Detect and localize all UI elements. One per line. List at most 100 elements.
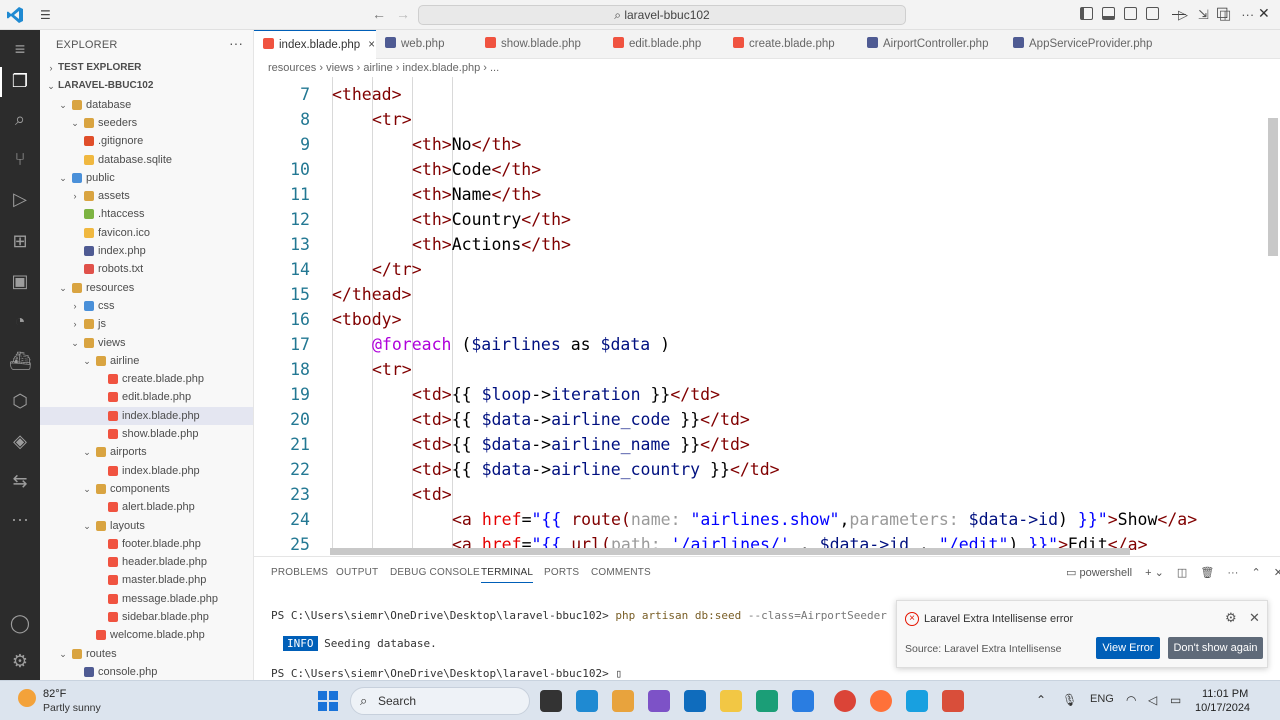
tree-item[interactable]: ⌄ LARAVEL-BBUC102 xyxy=(40,77,253,95)
panel-tab[interactable]: PORTS xyxy=(544,567,579,578)
tree-item[interactable]: edit.blade.php xyxy=(40,388,253,406)
taskbar-search-box[interactable]: ⌕ Search xyxy=(350,687,530,715)
tree-item[interactable]: › TEST EXPLORER xyxy=(40,59,253,77)
timeline-icon[interactable]: ◔ xyxy=(9,310,31,332)
code-line[interactable]: 18 <tr> xyxy=(254,357,1280,382)
chevron-down-icon[interactable]: ⌄ xyxy=(82,352,92,370)
code-line[interactable]: 11 <th>Name</th> xyxy=(254,182,1280,207)
tree-item[interactable]: ⌄ routes xyxy=(40,645,253,663)
editor-tab[interactable]: AppServiceProvider.php xyxy=(1004,30,1174,59)
dont-show-again-button[interactable]: Don't show again xyxy=(1168,637,1263,659)
chevron-right-icon[interactable]: › xyxy=(70,187,80,205)
more-views-icon[interactable]: ··· xyxy=(9,508,31,530)
code-editor[interactable]: 7 <thead> 8 <tr> 9 <th>No</th> 10 <th>Code</th>… xyxy=(254,77,1280,553)
python-icon[interactable]: ◈ xyxy=(9,430,31,452)
code-line[interactable]: 17 @foreach ($airlines as $data ) xyxy=(254,332,1280,357)
open-preview-icon[interactable]: ⇲ xyxy=(1198,7,1209,22)
tree-item[interactable]: ⌄ components xyxy=(40,480,253,498)
tree-item[interactable]: alert.blade.php xyxy=(40,498,253,516)
run-debug-icon[interactable]: ▷ xyxy=(9,188,31,210)
source-control-icon[interactable]: ⑂ xyxy=(9,148,31,170)
copilot-taskbar-icon[interactable] xyxy=(612,690,634,712)
live-share-icon[interactable]: ⇆ xyxy=(9,470,31,492)
microphone-icon[interactable]: 🎙 xyxy=(1062,693,1077,707)
menu-icon[interactable]: ☰ xyxy=(40,8,51,22)
extensions-icon[interactable]: ⊞ xyxy=(9,230,31,252)
chevron-right-icon[interactable]: › xyxy=(70,297,80,315)
kill-terminal-icon[interactable]: 🗑 xyxy=(1200,567,1214,579)
tree-item[interactable]: ⌄ views xyxy=(40,334,253,352)
code-line[interactable]: 20 <td>{{ $data->airline_code }}</td> xyxy=(254,407,1280,432)
back-arrow-icon[interactable]: ← xyxy=(372,6,386,22)
file-explorer-taskbar-icon[interactable] xyxy=(720,690,742,712)
input-language[interactable]: ENG xyxy=(1090,693,1114,705)
panel-tab[interactable]: OUTPUT xyxy=(336,567,378,578)
new-terminal-icon[interactable]: + ⌄ xyxy=(1145,567,1164,579)
outlook-taskbar-icon[interactable] xyxy=(684,690,706,712)
panel-tab[interactable]: TERMINAL xyxy=(481,567,534,583)
chevron-right-icon[interactable]: › xyxy=(70,315,80,333)
view-error-button[interactable]: View Error xyxy=(1096,637,1160,659)
tree-item[interactable]: message.blade.php xyxy=(40,590,253,608)
app-taskbar-icon[interactable] xyxy=(942,690,964,712)
editor-tab[interactable]: AirportController.php xyxy=(858,30,1004,59)
panel-tab[interactable]: COMMENTS xyxy=(591,567,651,578)
code-line[interactable]: 23 <td> xyxy=(254,482,1280,507)
tree-item[interactable]: ⌄ airline xyxy=(40,352,253,370)
editor-tab[interactable]: edit.blade.php xyxy=(604,30,724,59)
split-editor-icon[interactable]: ◫ xyxy=(1219,7,1231,22)
vertical-scrollbar[interactable] xyxy=(1268,118,1278,256)
edge-taskbar-icon[interactable] xyxy=(756,690,778,712)
show-hidden-icons-icon[interactable]: ⌃ xyxy=(1036,693,1046,707)
chevron-down-icon[interactable]: ⌄ xyxy=(58,279,68,297)
editor-tab[interactable]: index.blade.php × xyxy=(254,30,376,59)
run-icon[interactable]: ▷ xyxy=(1178,7,1188,22)
tree-item[interactable]: .htaccess xyxy=(40,205,253,223)
close-tab-icon[interactable]: × xyxy=(368,39,375,51)
chevron-down-icon[interactable]: ⌄ xyxy=(58,96,68,114)
breadcrumb-item[interactable]: airline xyxy=(363,62,392,74)
code-line[interactable]: 13 <th>Actions</th> xyxy=(254,232,1280,257)
tree-item[interactable]: ⌄ database xyxy=(40,96,253,114)
panel-more-icon[interactable]: ··· xyxy=(1227,567,1238,579)
tree-item[interactable]: sidebar.blade.php xyxy=(40,608,253,626)
code-line[interactable]: 24 <a href="{{ route(name: "airlines.show… xyxy=(254,507,1280,532)
code-line[interactable]: 10 <th>Code</th> xyxy=(254,157,1280,182)
breadcrumb-item[interactable]: resources xyxy=(268,62,316,74)
visual-studio-taskbar-icon[interactable] xyxy=(648,690,670,712)
tree-item[interactable]: create.blade.php xyxy=(40,370,253,388)
code-line[interactable]: 15 </thead> xyxy=(254,282,1280,307)
tree-item[interactable]: ⌄ seeders xyxy=(40,114,253,132)
browser-taskbar-icon[interactable] xyxy=(906,690,928,712)
tree-item[interactable]: .gitignore xyxy=(40,132,253,150)
tree-item[interactable]: favicon.ico xyxy=(40,224,253,242)
wifi-icon[interactable]: ◠ xyxy=(1126,693,1136,707)
command-center-search[interactable]: ⌕ laravel-bbuc102 xyxy=(418,5,906,25)
breadcrumb-item[interactable]: views xyxy=(326,62,354,74)
chevron-down-icon[interactable]: ⌄ xyxy=(82,480,92,498)
weather-temperature[interactable]: 82°F xyxy=(43,688,66,700)
editor-tab[interactable]: create.blade.php xyxy=(724,30,858,59)
code-line[interactable]: 22 <td>{{ $data->airline_country }}</td> xyxy=(254,457,1280,482)
notification-settings-gear-icon[interactable]: ⚙ xyxy=(1225,610,1237,626)
code-line[interactable]: 7 <thead> xyxy=(254,82,1280,107)
search-icon[interactable]: ⌕ xyxy=(9,108,31,130)
code-line[interactable]: 12 <th>Country</th> xyxy=(254,207,1280,232)
panel-tab[interactable]: DEBUG CONSOLE xyxy=(390,567,480,578)
task-view-icon[interactable] xyxy=(540,690,562,712)
explorer-more-actions-icon[interactable]: ··· xyxy=(229,35,243,51)
testing-icon[interactable]: ⬡ xyxy=(9,390,31,412)
battery-icon[interactable]: ▭ xyxy=(1170,693,1181,707)
tree-item[interactable]: › js xyxy=(40,315,253,333)
horizontal-scrollbar[interactable] xyxy=(330,548,1130,555)
chevron-down-icon[interactable]: ⌄ xyxy=(82,517,92,535)
toggle-panel-icon[interactable] xyxy=(1102,7,1115,20)
clock-time[interactable]: 11:01 PM xyxy=(1202,688,1248,700)
tree-item[interactable]: › css xyxy=(40,297,253,315)
code-line[interactable]: 9 <th>No</th> xyxy=(254,132,1280,157)
chevron-right-icon[interactable]: › xyxy=(46,59,56,77)
weather-sun-icon[interactable] xyxy=(18,689,36,707)
tree-item[interactable]: ⌄ public xyxy=(40,169,253,187)
chevron-down-icon[interactable]: ⌄ xyxy=(58,645,68,663)
code-line[interactable]: 19 <td>{{ $loop->iteration }}</td> xyxy=(254,382,1280,407)
